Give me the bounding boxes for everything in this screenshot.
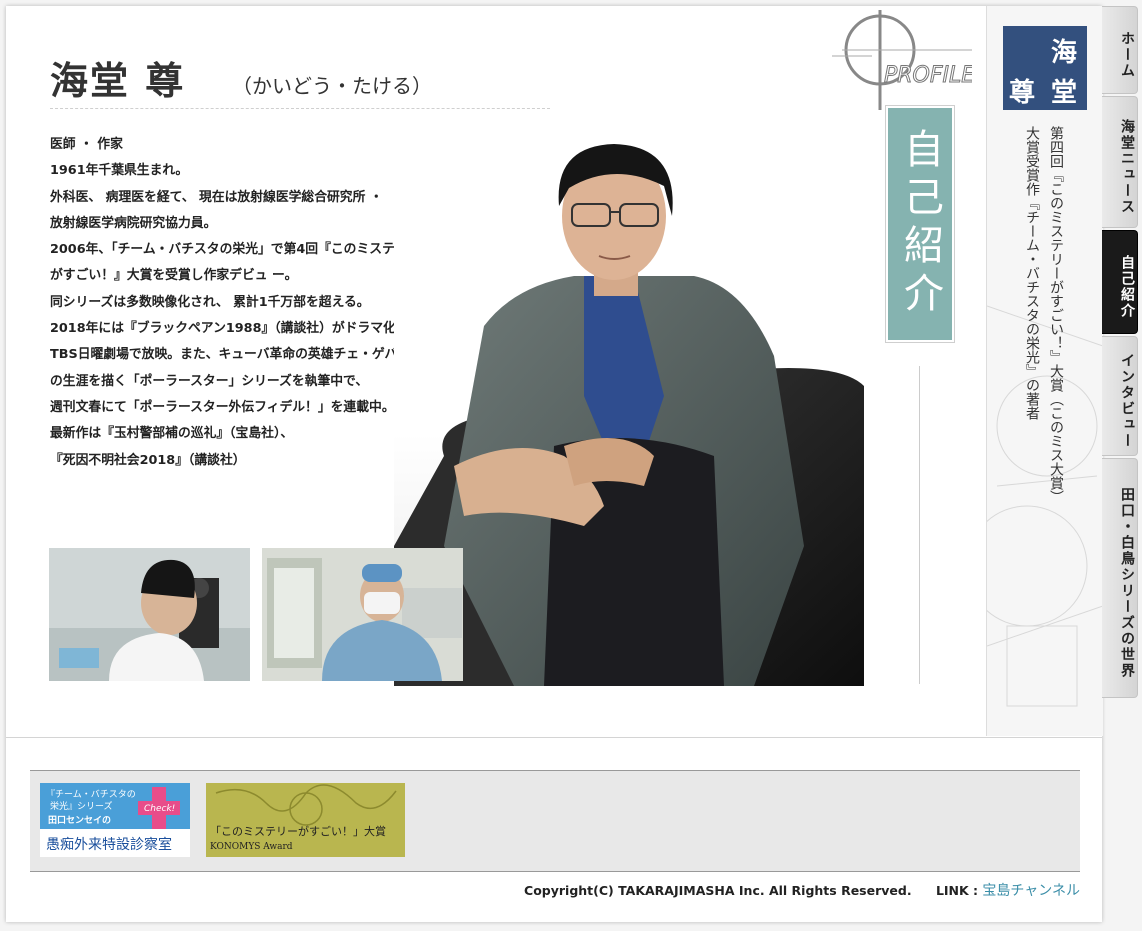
logo-char: 海 [1051,38,1078,68]
nav-tab-interview[interactable]: インタビュー [1102,336,1138,456]
microscope-photo [49,548,250,681]
banner-text: 「このミステリーがすごい！」大賞 [210,824,386,838]
page-title: 海堂 尊 （かいどう・たける） [50,50,550,109]
section-title-vertical: 自己紹介 [885,105,955,343]
banner-text: Check! [144,804,175,814]
nav-tab-profile[interactable]: 自己紹介 [1102,230,1138,334]
banner-text: KONOMYS Award [210,842,293,852]
logo-char: 尊 [1009,78,1036,108]
right-info-panel: 海 尊 堂 第四回『このミステリーがすごい！』大賞（このミス大賞） 大賞受賞作『… [986,6,1103,736]
banner-text: 愚痴外来特設診察室 [46,836,172,853]
profile-stamp: PROFILE [832,10,976,110]
award-work-text: 大賞受賞作『チーム・バチスタの栄光』の著者 [1024,126,1040,420]
nav-tab-home[interactable]: ホーム [1102,6,1138,94]
logo-char: 堂 [1051,78,1078,108]
copyright-text: Copyright(C) TAKARAJIMASHA Inc. All Righ… [524,883,912,898]
profile-stamp-label: PROFILE [884,63,972,88]
konomys-award-banner[interactable]: 「このミステリーがすごい！」大賞 KONOMYS Award [206,783,405,857]
banner-text: 『チーム・バチスタの [46,789,136,800]
author-logo: 海 尊 堂 [1003,26,1087,110]
author-name: 海堂 尊 [50,58,186,103]
decorative-line [919,366,920,684]
link-label: LINK : [935,883,983,898]
author-name-reading: （かいどう・たける） [232,74,432,98]
banner-area: 『チーム・バチスタの 栄光』シリーズ 田口センセイの Check! 愚痴外来特設… [30,770,1080,872]
takarajima-channel-link[interactable]: 宝島チャンネル [982,883,1080,899]
award-text: 第四回『このミステリーがすごい！』大賞（このミス大賞） [1048,126,1064,504]
vertical-nav: ホーム 海堂ニュース 自己紹介 インタビュー 田口・白鳥シリーズの世界 [1102,6,1138,706]
author-portrait-photo [394,126,864,686]
surgery-photo [262,548,463,681]
banner-text: 田口センセイの [48,815,111,826]
nav-tab-series-world[interactable]: 田口・白鳥シリーズの世界 [1102,458,1138,698]
guchi-clinic-banner[interactable]: 『チーム・バチスタの 栄光』シリーズ 田口センセイの Check! 愚痴外来特設… [40,783,190,857]
footer: Copyright(C) TAKARAJIMASHA Inc. All Righ… [30,880,1080,902]
nav-tab-news[interactable]: 海堂ニュース [1102,96,1138,228]
divider [6,737,1102,738]
banner-text: 栄光』シリーズ [50,800,113,812]
